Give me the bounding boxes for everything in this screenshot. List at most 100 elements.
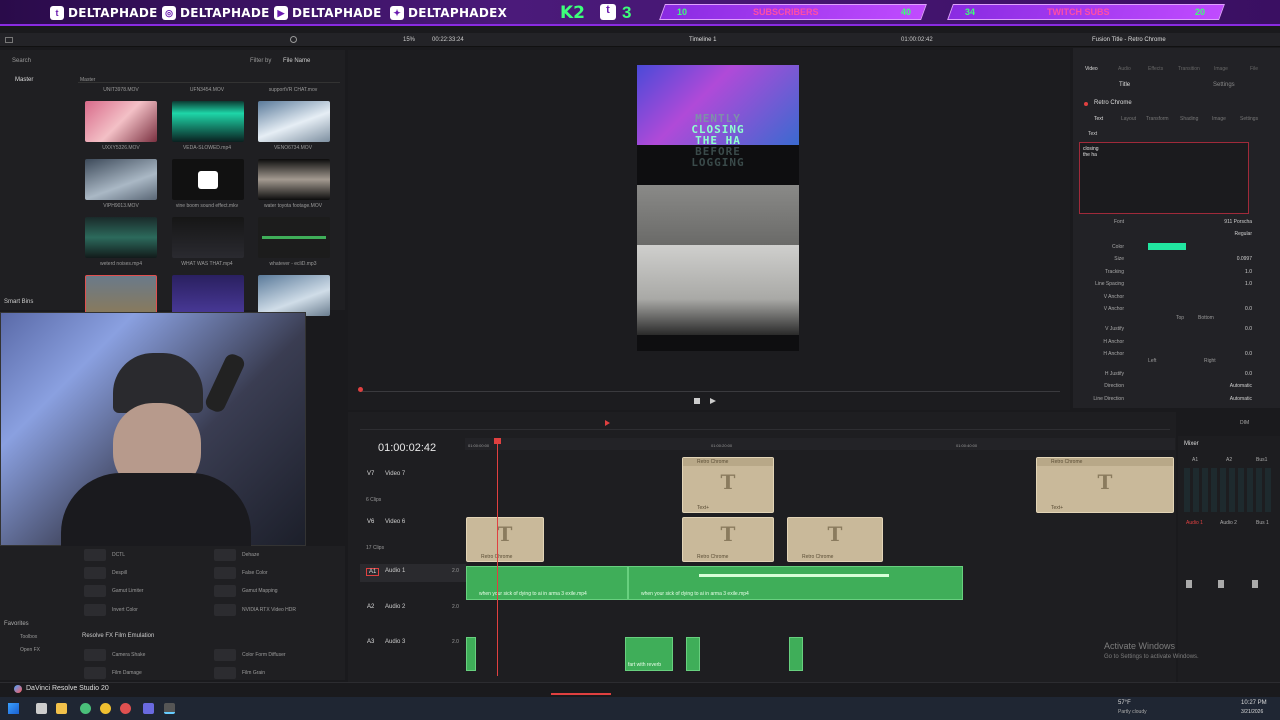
- text-tab-shading[interactable]: Shading: [1180, 116, 1198, 122]
- smart-bins[interactable]: Smart Bins: [4, 299, 33, 305]
- clip-thumbnail[interactable]: [258, 217, 330, 258]
- inspector-row-value[interactable]: 0.0: [1245, 306, 1252, 312]
- text-tab-transform[interactable]: Transform: [1146, 116, 1169, 122]
- viewer-scrubber[interactable]: [360, 391, 1060, 392]
- bin-master[interactable]: Master: [15, 77, 33, 83]
- inspector-row-value[interactable]: Regular: [1152, 231, 1252, 237]
- edit-page-tab[interactable]: [551, 683, 611, 695]
- inspector-row[interactable]: Direction Automatic: [1080, 383, 1270, 395]
- text-tab-layout[interactable]: Layout: [1121, 116, 1136, 122]
- inspector-row-value[interactable]: Automatic: [1152, 383, 1252, 389]
- effect-item[interactable]: Camera Shake: [84, 647, 204, 662]
- effect-item[interactable]: Film Grain: [214, 665, 334, 680]
- clip-thumbnail[interactable]: [85, 101, 157, 142]
- inspector-row[interactable]: Size 0.0997: [1080, 256, 1270, 268]
- toolbox-item[interactable]: Toolbox: [20, 634, 37, 640]
- title-clip[interactable]: T Retro Chrome: [682, 517, 774, 562]
- dim-button[interactable]: DIM: [1240, 420, 1249, 426]
- effect-item[interactable]: Gamut Limiter: [84, 583, 204, 598]
- fader-handle[interactable]: [1252, 580, 1258, 588]
- inspector-row[interactable]: V Justify 0.0: [1080, 326, 1270, 338]
- chrome-icon[interactable]: [100, 703, 111, 714]
- text-input[interactable]: closing the ha: [1079, 142, 1249, 214]
- effect-item[interactable]: Dehaze: [214, 547, 334, 562]
- color-swatch[interactable]: [1148, 243, 1186, 250]
- resolve-taskbar-icon[interactable]: [164, 703, 175, 714]
- audio-clip[interactable]: [466, 637, 476, 671]
- inspector-row-value[interactable]: 0.0: [1245, 371, 1252, 377]
- track-name[interactable]: Video 7: [385, 471, 405, 477]
- inspector-row[interactable]: Line Direction Automatic: [1080, 396, 1270, 408]
- inspector-row-value[interactable]: 1.0: [1245, 281, 1252, 287]
- stop-button[interactable]: [694, 398, 700, 404]
- clip-thumbnail[interactable]: [258, 101, 330, 142]
- inspector-tab-file[interactable]: File: [1250, 66, 1258, 72]
- clip-thumbnail[interactable]: [258, 159, 330, 200]
- text-tab-text[interactable]: Text: [1094, 116, 1103, 122]
- inspector-row-value[interactable]: Automatic: [1152, 396, 1252, 402]
- selection-tool-icon[interactable]: [605, 420, 610, 426]
- title-clip[interactable]: Retro Chrome T Text+: [1036, 457, 1174, 513]
- clock-time[interactable]: 10:27 PM: [1241, 700, 1267, 706]
- app-icon[interactable]: [120, 703, 131, 714]
- inspector-row-value[interactable]: 0.0: [1245, 351, 1252, 357]
- title-clip[interactable]: Retro Chrome T Text+: [682, 457, 774, 513]
- text-section[interactable]: Text: [1088, 131, 1097, 137]
- inspector-row-value[interactable]: 0.0: [1245, 326, 1252, 332]
- effect-item[interactable]: False Color: [214, 565, 334, 580]
- effect-item[interactable]: Film Damage: [84, 665, 204, 680]
- inspector-row[interactable]: Regular: [1080, 231, 1270, 243]
- play-button[interactable]: [710, 398, 716, 404]
- weather-temp[interactable]: 57°F: [1118, 700, 1131, 706]
- search-label[interactable]: Search: [12, 58, 31, 64]
- clip-thumbnail[interactable]: [172, 275, 244, 316]
- inspector-tab-audio[interactable]: Audio: [1118, 66, 1131, 72]
- inspector-row-value[interactable]: 911 Porscha: [1152, 219, 1252, 225]
- inspector-tab-effects[interactable]: Effects: [1148, 66, 1163, 72]
- effect-item[interactable]: Color Form Diffuser: [214, 647, 334, 662]
- effect-item[interactable]: Despill: [84, 565, 204, 580]
- effect-item[interactable]: DCTL: [84, 547, 204, 562]
- audio-clip[interactable]: [789, 637, 803, 671]
- inspector-row-value[interactable]: 0.0997: [1237, 256, 1252, 262]
- timeline-playhead[interactable]: [497, 438, 498, 676]
- clip-thumbnail[interactable]: [172, 217, 244, 258]
- favorites-label[interactable]: Favorites: [4, 621, 29, 627]
- track-id[interactable]: A1: [366, 568, 380, 576]
- clip-thumbnail[interactable]: [85, 217, 157, 258]
- playhead-marker[interactable]: [358, 387, 363, 392]
- effect-item[interactable]: Invert Color: [84, 602, 204, 617]
- track-name[interactable]: Audio 1: [385, 568, 405, 574]
- inspector-tab-transition[interactable]: Transition: [1178, 66, 1200, 72]
- panel-toggle-icon[interactable]: [5, 37, 13, 43]
- fader-handle[interactable]: [1218, 580, 1224, 588]
- subtab-settings[interactable]: Settings: [1213, 82, 1235, 88]
- search-icon[interactable]: [290, 36, 297, 43]
- inspector-row[interactable]: V Anchor 0.0: [1080, 306, 1270, 318]
- inspector-row[interactable]: Tracking 1.0: [1080, 269, 1270, 281]
- timeline-ruler[interactable]: [465, 438, 1175, 450]
- task-view-icon[interactable]: [36, 703, 47, 714]
- audio-clip[interactable]: fart with reverb: [625, 637, 673, 671]
- timeline-selector[interactable]: Timeline 1: [689, 37, 716, 43]
- clip-thumbnail[interactable]: [85, 275, 157, 316]
- inspector-row[interactable]: V Anchor: [1080, 294, 1270, 306]
- effect-item[interactable]: NVIDIA RTX Video HDR: [214, 602, 339, 617]
- audio-clip[interactable]: when your sick of dying to ai in arma 3 …: [466, 566, 628, 600]
- file-explorer-icon[interactable]: [56, 703, 67, 714]
- fader-handle[interactable]: [1186, 580, 1192, 588]
- discord-icon[interactable]: [143, 703, 154, 714]
- track-name[interactable]: Audio 2: [385, 604, 405, 610]
- text-tab-image[interactable]: Image: [1212, 116, 1226, 122]
- title-clip[interactable]: T Retro Chrome: [787, 517, 883, 562]
- inspector-tab-image[interactable]: Image: [1214, 66, 1228, 72]
- inspector-row[interactable]: H Anchor 0.0: [1080, 351, 1270, 363]
- clip-thumbnail[interactable]: [85, 159, 157, 200]
- playhead-handle[interactable]: [494, 438, 501, 444]
- title-clip[interactable]: T Retro Chrome: [466, 517, 544, 562]
- filter-dropdown[interactable]: File Name: [283, 58, 310, 64]
- inspector-tab-video[interactable]: Video: [1085, 66, 1098, 72]
- inspector-row[interactable]: Font 911 Porscha: [1080, 219, 1270, 231]
- clip-thumbnail[interactable]: [172, 101, 244, 142]
- subtab-title[interactable]: Title: [1119, 82, 1130, 88]
